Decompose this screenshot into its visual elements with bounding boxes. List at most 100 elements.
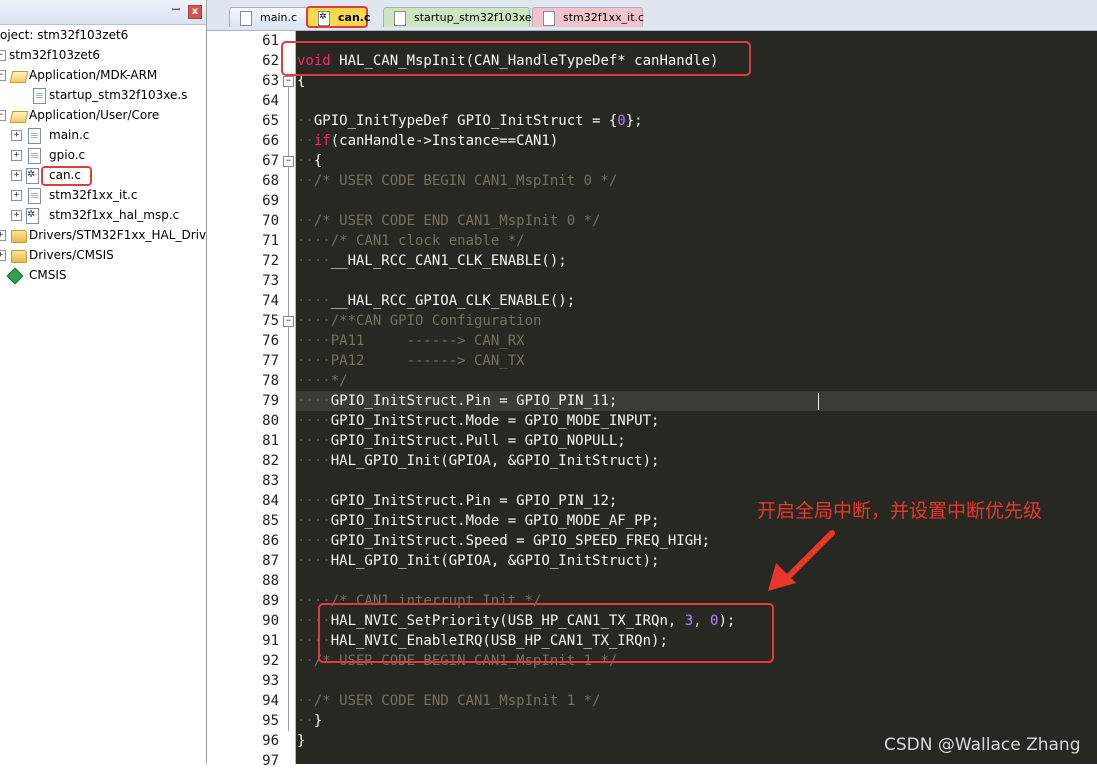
- line-number: 72: [262, 253, 279, 269]
- line-number: 74: [262, 293, 279, 309]
- code-line-96: }: [297, 733, 306, 749]
- close-icon[interactable]: x: [188, 5, 202, 19]
- collapse-icon[interactable]: −: [0, 70, 6, 81]
- code-line-78: ····*/: [297, 373, 348, 389]
- tree-item-group-cmsis[interactable]: + Drivers/CMSIS: [0, 245, 206, 265]
- file-gear-icon: [26, 208, 39, 224]
- code-line-67: ··{: [297, 153, 323, 169]
- line-number: 64: [262, 93, 279, 109]
- annotation-arrow: [768, 530, 835, 591]
- file-icon: [543, 11, 555, 26]
- folder-icon: [11, 250, 27, 263]
- file-icon: [28, 188, 41, 204]
- file-gear-icon: [318, 11, 330, 26]
- tree-item-label: stm32f103zet6: [9, 48, 101, 62]
- tree-item-hal-msp-c[interactable]: + stm32f1xx_hal_msp.c: [0, 205, 206, 225]
- expand-icon[interactable]: +: [11, 190, 22, 201]
- expand-icon[interactable]: +: [11, 210, 22, 221]
- line-number: 92: [262, 653, 279, 669]
- expand-icon[interactable]: +: [11, 170, 22, 181]
- line-number: 82: [262, 453, 279, 469]
- line-number: 71: [262, 233, 279, 249]
- tab-label: main.c: [260, 11, 298, 24]
- watermark: CSDN @Wallace Zhang: [884, 735, 1081, 755]
- tab-it-c[interactable]: stm32f1xx_it.c: [532, 7, 645, 27]
- tree-item-gpio-c[interactable]: + gpio.c: [0, 145, 206, 165]
- line-number: 88: [262, 573, 279, 589]
- line-number: 91: [262, 633, 279, 649]
- tab-main-c[interactable]: main.c: [229, 7, 310, 27]
- file-gear-icon: [26, 168, 39, 184]
- tab-label: can.c: [338, 11, 371, 24]
- code-line-66: ··if(canHandle->Instance==CAN1): [297, 133, 559, 149]
- expand-icon[interactable]: +: [0, 230, 6, 241]
- line-number: 68: [262, 173, 279, 189]
- line-number: 66: [262, 133, 279, 149]
- line-number: 87: [262, 553, 279, 569]
- tab-label: startup_stm32f103xe.s: [414, 11, 541, 24]
- tree-item-startup-file[interactable]: startup_stm32f103xe.s: [0, 85, 206, 105]
- line-number: 61: [262, 33, 279, 49]
- pin-icon[interactable]: ꟷ: [170, 5, 182, 17]
- editor-tab-bar: main.c can.c startup_stm32f103xe.s stm32…: [207, 0, 1097, 31]
- file-icon: [394, 11, 406, 26]
- code-line-81: ····GPIO_InitStruct.Pull = GPIO_NOPULL;: [297, 433, 626, 449]
- tab-label: stm32f1xx_it.c: [563, 11, 645, 24]
- code-line-95: ··}: [297, 713, 323, 729]
- expand-icon[interactable]: +: [0, 250, 6, 261]
- tree-item-label: main.c: [49, 128, 90, 142]
- collapse-icon[interactable]: −: [0, 110, 6, 121]
- file-icon: [28, 148, 41, 164]
- tree-item-project[interactable]: oject: stm32f103zet6: [0, 25, 206, 45]
- folder-open-icon: [9, 71, 29, 83]
- code-line-68: ··/* USER CODE BEGIN CAN1_MspInit 0 */: [297, 173, 618, 189]
- fold-toggle-icon[interactable]: −: [283, 316, 294, 327]
- tab-can-c[interactable]: can.c: [306, 6, 371, 28]
- line-number: 77: [262, 353, 279, 369]
- code-line-76: ····PA11 ------> CAN_RX: [297, 333, 525, 349]
- line-number: 86: [262, 533, 279, 549]
- line-number: 79: [262, 393, 279, 409]
- line-number: 70: [262, 213, 279, 229]
- code-line-85: ····GPIO_InitStruct.Mode = GPIO_MODE_AF_…: [297, 513, 660, 529]
- expand-icon[interactable]: +: [11, 150, 22, 161]
- line-number: 73: [262, 273, 279, 289]
- collapse-icon[interactable]: −: [0, 50, 6, 61]
- code-line-84: ····GPIO_InitStruct.Pin = GPIO_PIN_12;: [297, 493, 618, 509]
- panel-header: ꟷ x: [0, 0, 206, 25]
- can-c-highlight-box: [41, 166, 92, 186]
- tree-item-target[interactable]: − stm32f103zet6: [0, 45, 206, 65]
- line-number: 69: [262, 193, 279, 209]
- nvic-code-highlight-box: [318, 603, 774, 663]
- expand-icon[interactable]: +: [11, 130, 22, 141]
- line-number: 78: [262, 373, 279, 389]
- tree-item-label: Drivers/CMSIS: [29, 248, 114, 262]
- fold-toggle-icon[interactable]: −: [283, 76, 294, 87]
- tree-item-group-hal-driver[interactable]: + Drivers/STM32F1xx_HAL_Driver: [0, 225, 206, 245]
- component-icon: [6, 267, 24, 285]
- code-line-70: ··/* USER CODE END CAN1_MspInit 0 */: [297, 213, 601, 229]
- code-line-75: ····/**CAN GPIO Configuration: [297, 313, 542, 329]
- function-signature-highlight-box: [281, 41, 751, 76]
- tree-item-label: oject: stm32f103zet6: [0, 28, 129, 42]
- tree-item-main-c[interactable]: + main.c: [0, 125, 206, 145]
- fold-guide: [288, 87, 289, 731]
- line-number: 95: [262, 713, 279, 729]
- code-line-94: ··/* USER CODE END CAN1_MspInit 1 */: [297, 693, 601, 709]
- line-number: 67: [262, 153, 279, 169]
- tab-startup-s[interactable]: startup_stm32f103xe.s: [383, 7, 541, 27]
- tree-item-can-c[interactable]: + can.c: [0, 165, 206, 185]
- tree-item-it-c[interactable]: + stm32f1xx_it.c: [0, 185, 206, 205]
- tree-item-group-mdk-arm[interactable]: − Application/MDK-ARM: [0, 65, 206, 85]
- line-number: 97: [262, 753, 279, 769]
- code-line-65: ··GPIO_InitTypeDef GPIO_InitStruct = {0}…: [297, 113, 643, 129]
- folder-open-icon: [9, 111, 29, 123]
- code-line-72: ····__HAL_RCC_CAN1_CLK_ENABLE();: [297, 253, 567, 269]
- tree-item-label: Drivers/STM32F1xx_HAL_Driver: [29, 228, 207, 242]
- tree-item-label: stm32f1xx_it.c: [49, 188, 138, 202]
- fold-toggle-icon[interactable]: −: [283, 156, 294, 167]
- tree-item-cmsis-component[interactable]: CMSIS: [0, 265, 206, 285]
- tree-item-label: Application/User/Core: [29, 108, 160, 122]
- tree-item-group-user-core[interactable]: − Application/User/Core: [0, 105, 206, 125]
- line-number: 96: [262, 733, 279, 749]
